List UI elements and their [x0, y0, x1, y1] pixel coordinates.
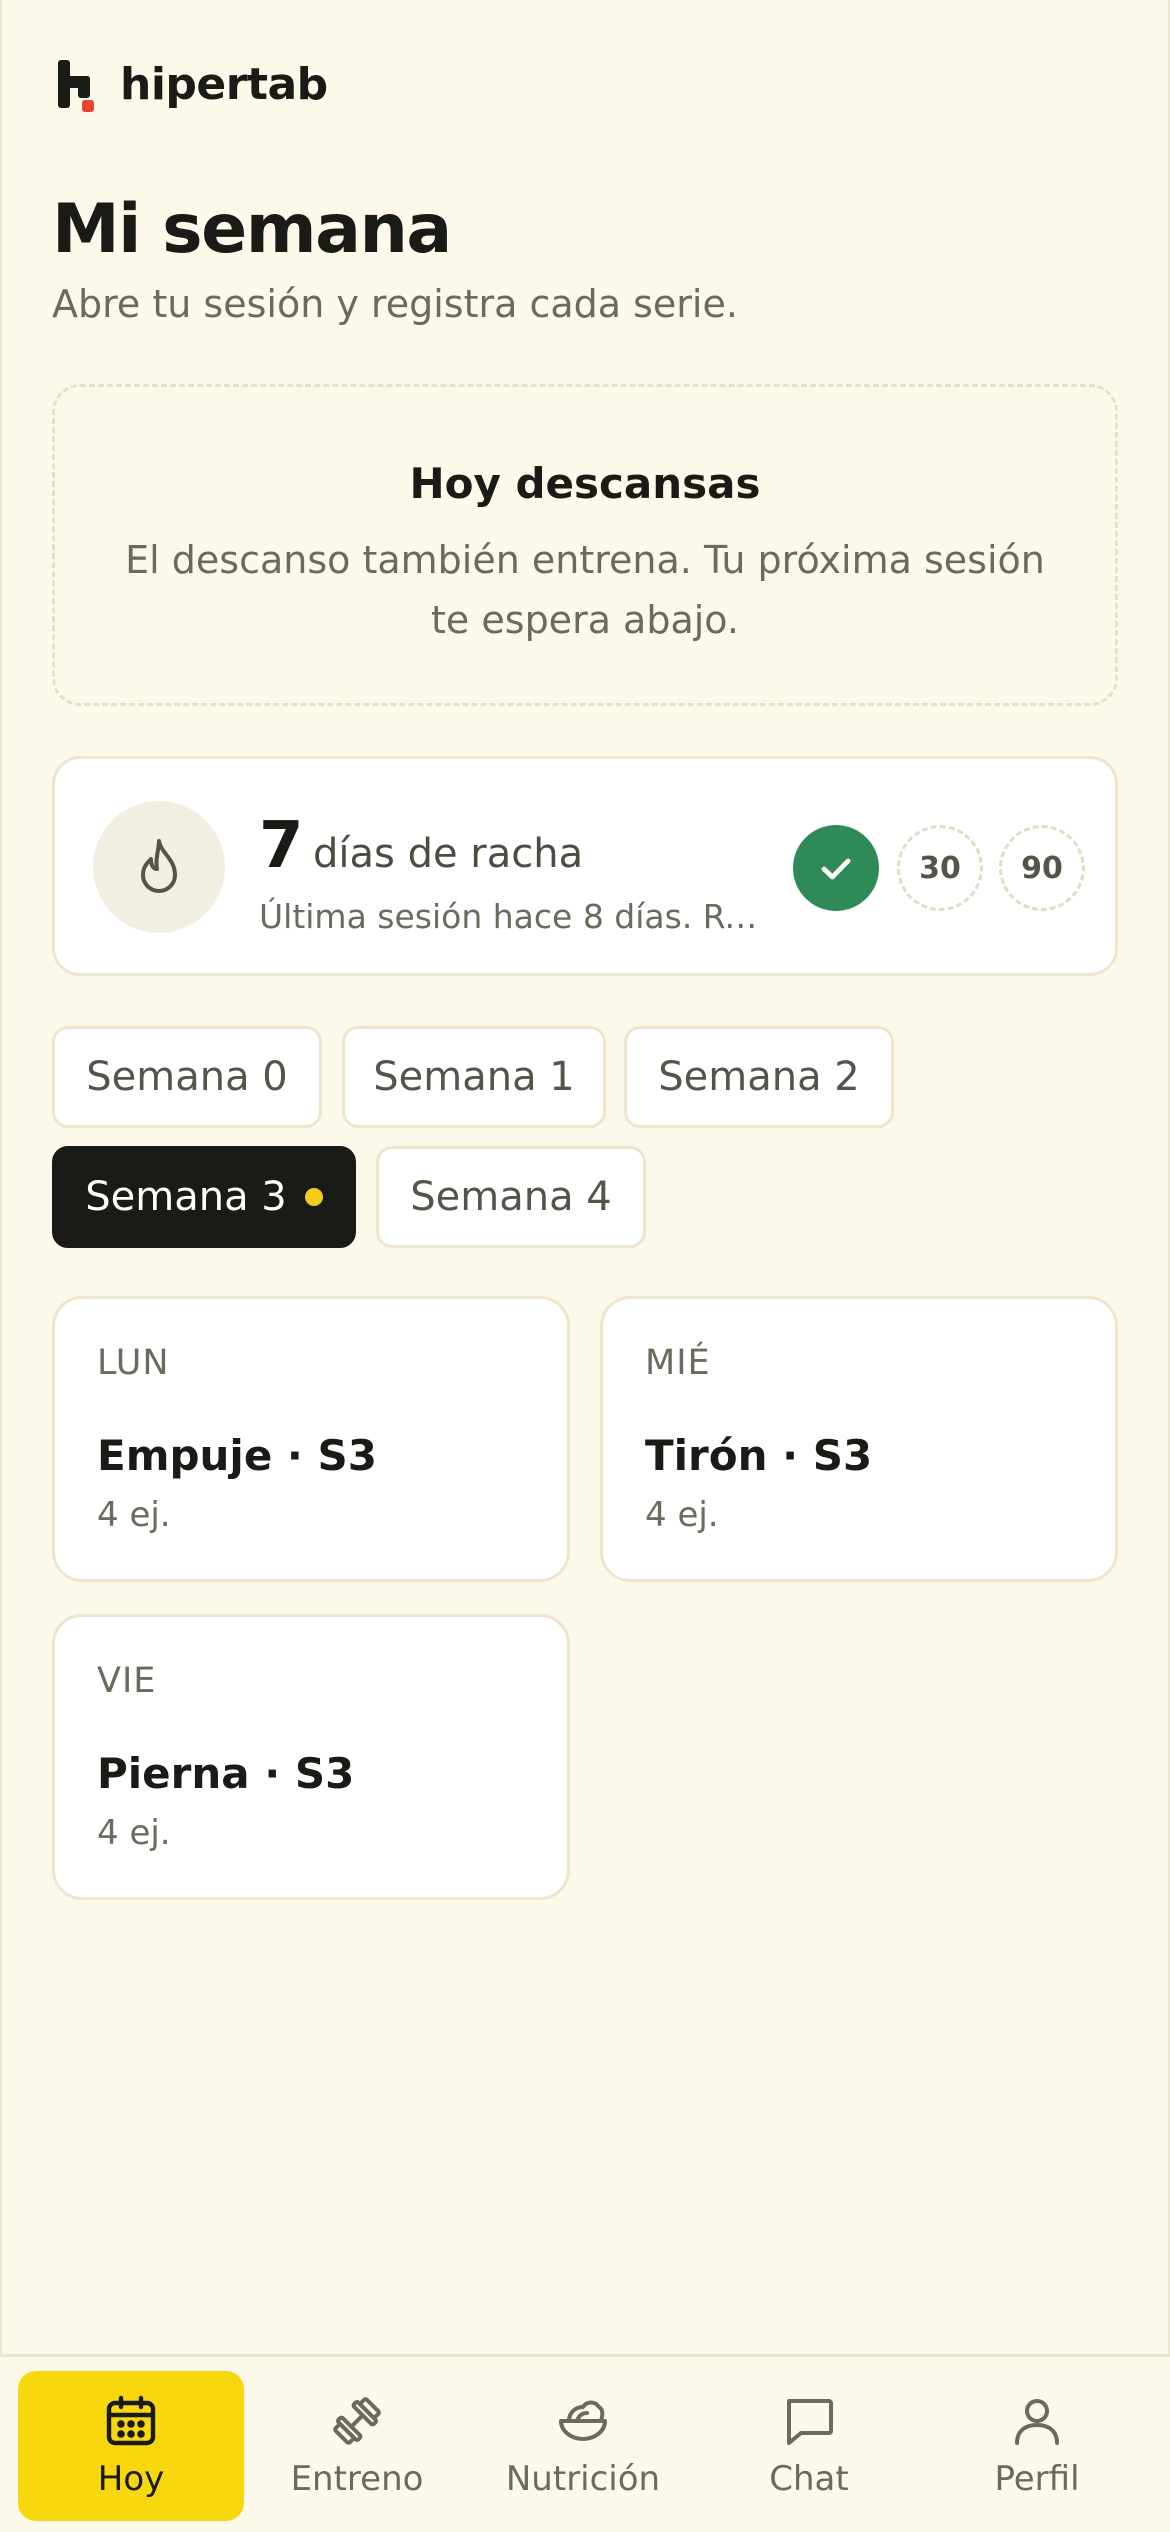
- exercise-count: 4 ej.: [97, 1495, 171, 1535]
- workout-day-card[interactable]: VIE Pierna · S3 4 ej.: [52, 1614, 570, 1900]
- nav-label: Nutrición: [505, 2459, 661, 2499]
- page-title: Mi semana: [52, 190, 452, 269]
- nav-item-perfil[interactable]: Perfil: [924, 2371, 1150, 2521]
- week-chip-label: Semana 4: [410, 1174, 612, 1220]
- streak-card[interactable]: 7 días de racha Última sesión hace 8 día…: [52, 756, 1118, 976]
- nav-label: Hoy: [97, 2459, 165, 2499]
- last-session-text: Última sesión hace 8 días. Re…: [259, 897, 759, 936]
- salad-bowl-icon: [559, 2400, 607, 2441]
- exercise-count: 4 ej.: [645, 1495, 719, 1535]
- streak-days-count: 7: [259, 809, 304, 883]
- nav-item-chat[interactable]: Chat: [696, 2371, 922, 2521]
- dumbbell-icon: [333, 2397, 381, 2445]
- nav-label: Entreno: [290, 2459, 424, 2499]
- exercise-count: 4 ej.: [97, 1813, 171, 1853]
- workout-day-card[interactable]: LUN Empuje · S3 4 ej.: [52, 1296, 570, 1582]
- nav-label: Chat: [769, 2459, 849, 2499]
- milestone-achieved-badge: [793, 825, 879, 911]
- nav-item-entreno[interactable]: Entreno: [244, 2371, 470, 2521]
- week-chip-0[interactable]: Semana 0: [52, 1026, 322, 1128]
- week-chip-1[interactable]: Semana 1: [342, 1026, 606, 1128]
- streak-label: días de racha: [313, 831, 584, 877]
- current-week-dot: [304, 1188, 323, 1206]
- brand-name: hipertab: [120, 58, 328, 110]
- workout-name: Empuje · S3: [97, 1431, 377, 1480]
- workout-name: Pierna · S3: [97, 1749, 355, 1798]
- milestone-90-badge: 90: [999, 825, 1085, 911]
- app-frame: [0, 0, 1170, 2532]
- week-chip-label: Semana 0: [86, 1054, 288, 1100]
- calendar-icon: [106, 2395, 156, 2446]
- week-chip-label: Semana 2: [658, 1054, 860, 1100]
- brand-logo[interactable]: hipertab: [56, 58, 328, 112]
- chat-bubble-icon: [787, 2399, 833, 2445]
- week-chip-4[interactable]: Semana 4: [376, 1146, 646, 1248]
- workout-name: Tirón · S3: [645, 1431, 873, 1480]
- check-icon: [821, 858, 851, 880]
- week-chip-2[interactable]: Semana 2: [624, 1026, 894, 1128]
- logo-mark-icon: [56, 58, 100, 112]
- milestone-30-badge: 30: [897, 825, 983, 911]
- nav-item-hoy[interactable]: Hoy: [18, 2371, 244, 2521]
- rest-day-text: El descanso también entrena. Tu próxima …: [125, 538, 1045, 642]
- nav-item-nutricion[interactable]: Nutrición: [470, 2371, 696, 2521]
- workout-day-card[interactable]: MIÉ Tirón · S3 4 ej.: [600, 1296, 1118, 1582]
- day-label: LUN: [97, 1343, 170, 1383]
- nav-label: Perfil: [994, 2459, 1080, 2499]
- day-label: VIE: [97, 1661, 157, 1701]
- rest-day-card: Hoy descansas El descanso también entren…: [52, 384, 1118, 706]
- bottom-nav: Hoy Entreno Nutrición Chat Perfil: [0, 2354, 1170, 2532]
- page-subtitle: Abre tu sesión y registra cada serie.: [52, 282, 738, 326]
- user-icon: [1015, 2399, 1059, 2445]
- rest-day-title: Hoy descansas: [409, 459, 761, 508]
- day-label: MIÉ: [645, 1343, 711, 1383]
- week-chip-3[interactable]: Semana 3: [52, 1146, 356, 1248]
- week-chip-label: Semana 1: [373, 1054, 575, 1100]
- week-chip-label: Semana 3: [85, 1174, 287, 1220]
- flame-icon: [93, 801, 225, 933]
